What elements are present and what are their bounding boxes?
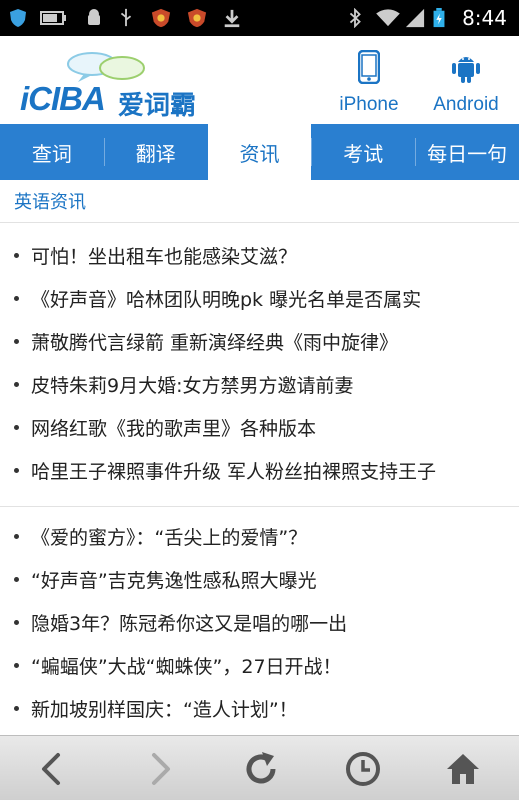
home-icon bbox=[447, 754, 479, 784]
bullet bbox=[14, 534, 19, 539]
divider bbox=[0, 222, 519, 223]
list-item[interactable]: 皮特朱莉9月大婚:女方禁男方邀请前妻 bbox=[0, 363, 519, 406]
news-headline[interactable]: 《爱的蜜方》：“舌尖上的爱情”？ bbox=[31, 523, 307, 550]
clock: 8:44 bbox=[462, 6, 507, 30]
bluetooth-icon bbox=[349, 8, 361, 28]
logo-text[interactable]: iCIBA bbox=[20, 80, 106, 118]
refresh-button[interactable] bbox=[238, 746, 284, 792]
app-badge-icon bbox=[151, 8, 171, 28]
tab-news[interactable]: 资讯 bbox=[207, 124, 312, 180]
news-headline[interactable]: 萧敬腾代言绿箭 重新演绎经典《雨中旋律》 bbox=[31, 328, 398, 355]
android-icon bbox=[452, 57, 480, 83]
bullet bbox=[14, 425, 19, 430]
bullet bbox=[14, 577, 19, 582]
news-headline[interactable]: “好声音”吉克隽逸性感私照大曝光 bbox=[31, 566, 317, 593]
signal-icon bbox=[405, 8, 425, 28]
list-item[interactable]: 隐婚3年？陈冠希你这又是唱的哪一出 bbox=[0, 601, 519, 644]
list-item[interactable]: 萧敬腾代言绿箭 重新演绎经典《雨中旋律》 bbox=[0, 320, 519, 363]
battery-charging-icon bbox=[433, 8, 445, 28]
usb-icon bbox=[120, 8, 132, 27]
app-badge-icon bbox=[187, 8, 207, 28]
bullet bbox=[14, 296, 19, 301]
tab-daily-sentence[interactable]: 每日一句 bbox=[415, 124, 519, 180]
history-button[interactable] bbox=[340, 746, 386, 792]
news-headline[interactable]: 网络红歌《我的歌声里》各种版本 bbox=[31, 414, 316, 441]
bullet bbox=[14, 706, 19, 711]
bullet bbox=[14, 620, 19, 625]
android-download-link[interactable]: Android bbox=[424, 50, 508, 116]
list-item[interactable]: 新加坡别样国庆：“造人计划”！ bbox=[0, 687, 519, 730]
list-item[interactable]: “蝙蝠侠”大战“蜘蛛侠”，27日开战！ bbox=[0, 644, 519, 687]
news-list-1: 可怕！坐出租车也能感染艾滋？ 《好声音》哈林团队明晚pk 曝光名单是否属实 萧敬… bbox=[0, 234, 519, 492]
logo-bubbles-icon bbox=[67, 52, 145, 82]
iphone-download-link[interactable]: iPhone bbox=[333, 49, 405, 116]
wifi-icon bbox=[376, 9, 400, 27]
news-list-2: 《爱的蜜方》：“舌尖上的爱情”？ “好声音”吉克隽逸性感私照大曝光 隐婚3年？陈… bbox=[0, 515, 519, 730]
list-item[interactable]: 《爱的蜜方》：“舌尖上的爱情”？ bbox=[0, 515, 519, 558]
refresh-icon bbox=[246, 752, 276, 784]
news-headline[interactable]: 新加坡别样国庆：“造人计划”！ bbox=[31, 695, 298, 722]
forward-button[interactable] bbox=[138, 746, 184, 792]
news-headline[interactable]: 哈里王子裸照事件升级 军人粉丝拍裸照支持王子 bbox=[31, 457, 436, 484]
shield-icon bbox=[10, 9, 26, 27]
logo-chinese-text[interactable]: 爱词霸 bbox=[118, 85, 196, 122]
list-item[interactable]: 可怕！坐出租车也能感染艾滋？ bbox=[0, 234, 519, 277]
tab-exam[interactable]: 考试 bbox=[311, 124, 415, 180]
site-header: iCIBA 爱词霸 iPhone Android bbox=[0, 36, 519, 124]
tab-lookup[interactable]: 查词 bbox=[0, 124, 104, 180]
news-headline[interactable]: “蝙蝠侠”大战“蜘蛛侠”，27日开战！ bbox=[31, 652, 342, 679]
download-icon bbox=[224, 9, 240, 28]
bullet bbox=[14, 339, 19, 344]
news-headline[interactable]: 可怕！坐出租车也能感染艾滋？ bbox=[31, 242, 297, 269]
divider bbox=[0, 506, 519, 507]
forward-icon bbox=[152, 753, 170, 785]
status-bar: 8:44 bbox=[0, 0, 519, 36]
bullet bbox=[14, 468, 19, 473]
list-item[interactable]: “好声音”吉克隽逸性感私照大曝光 bbox=[0, 558, 519, 601]
section-title[interactable]: 英语资讯 bbox=[14, 188, 86, 214]
back-icon bbox=[42, 753, 60, 785]
tab-translate[interactable]: 翻译 bbox=[103, 124, 208, 180]
iphone-label: iPhone bbox=[339, 94, 399, 115]
news-headline[interactable]: 《好声音》哈林团队明晚pk 曝光名单是否属实 bbox=[31, 285, 421, 312]
list-item[interactable]: 网络红歌《我的歌声里》各种版本 bbox=[0, 406, 519, 449]
nav-tabs: 查词 翻译 资讯 考试 每日一句 bbox=[0, 124, 519, 180]
news-headline[interactable]: 皮特朱莉9月大婚:女方禁男方邀请前妻 bbox=[31, 371, 354, 398]
back-button[interactable] bbox=[28, 746, 74, 792]
bullet bbox=[14, 253, 19, 258]
bullet bbox=[14, 382, 19, 387]
bullet bbox=[14, 663, 19, 668]
browser-toolbar bbox=[0, 735, 519, 800]
news-headline[interactable]: 隐婚3年？陈冠希你这又是唱的哪一出 bbox=[31, 609, 347, 636]
battery-icon bbox=[40, 11, 66, 25]
android-label: Android bbox=[433, 94, 499, 115]
home-button[interactable] bbox=[440, 746, 486, 792]
history-icon bbox=[346, 752, 380, 786]
list-item[interactable]: 哈里王子裸照事件升级 军人粉丝拍裸照支持王子 bbox=[0, 449, 519, 492]
iphone-icon bbox=[357, 49, 381, 85]
android-debug-icon bbox=[88, 9, 100, 25]
list-item[interactable]: 《好声音》哈林团队明晚pk 曝光名单是否属实 bbox=[0, 277, 519, 320]
